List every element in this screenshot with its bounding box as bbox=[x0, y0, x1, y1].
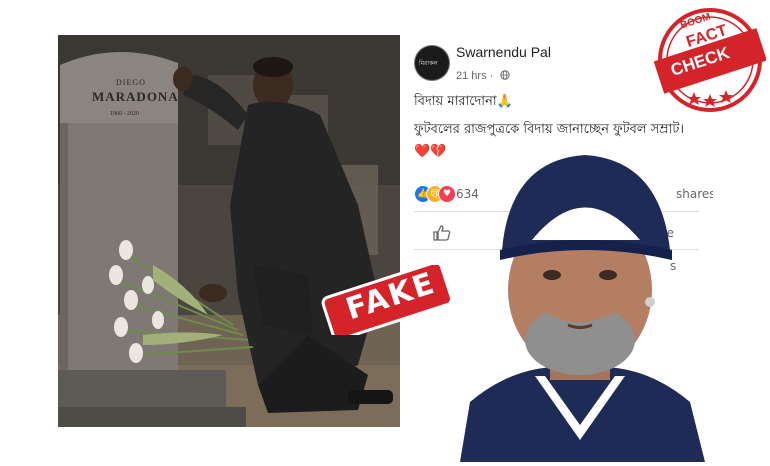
fake-stamp: FAKE bbox=[317, 260, 457, 341]
globe-icon bbox=[500, 70, 511, 80]
grave-photo: DIEGO MARADONA 1960 - 2020 bbox=[58, 35, 400, 427]
post-text-line-1: বিদায় মারাদোনা🙏 bbox=[414, 94, 513, 109]
post-author[interactable]: Swarnendu Pal bbox=[456, 44, 551, 60]
person-portrait: SPORTIF bbox=[440, 140, 720, 462]
gravestone-name: MARADONA bbox=[92, 89, 179, 104]
gravestone-first-name: DIEGO bbox=[116, 78, 146, 87]
post-time[interactable]: 21 hrs · bbox=[456, 70, 493, 82]
avatar[interactable]: মিরাকল bbox=[414, 45, 450, 81]
post-meta: 21 hrs · bbox=[456, 64, 511, 83]
gravestone-dates: 1960 - 2020 bbox=[110, 111, 139, 117]
fact-check-badge: BOOM FACT CHECK bbox=[653, 4, 767, 116]
avatar-logo-text: মিরাকল bbox=[419, 60, 438, 67]
